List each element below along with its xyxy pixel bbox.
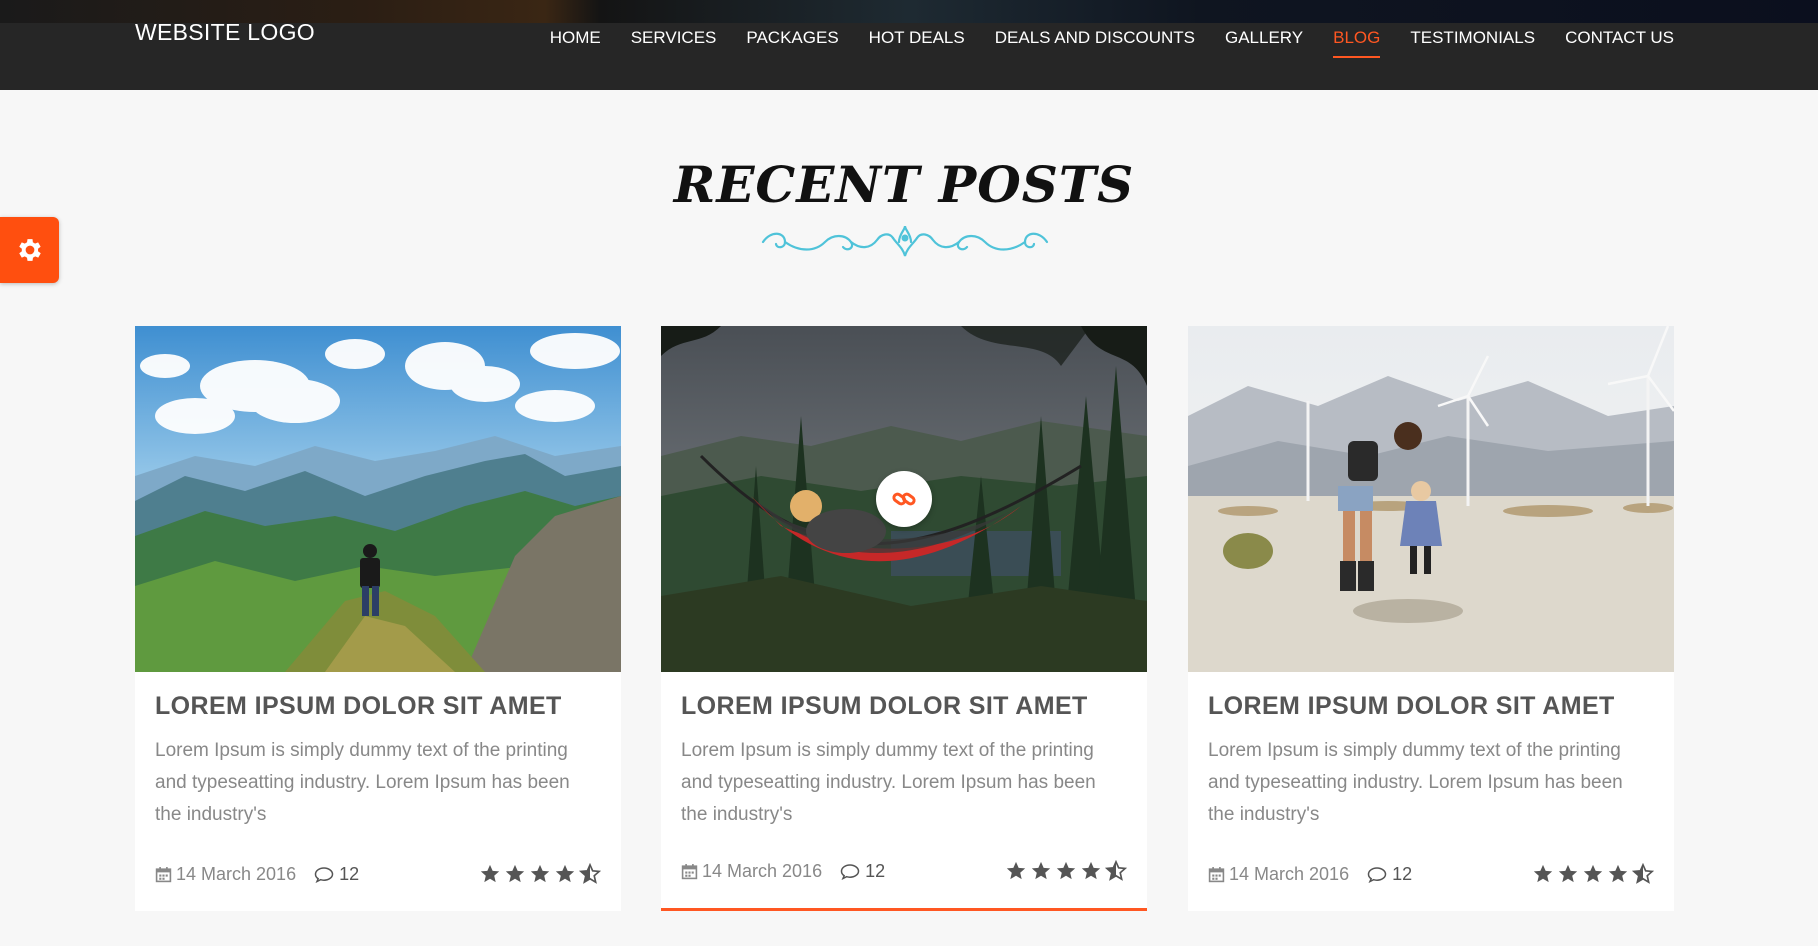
star-icon <box>480 864 500 883</box>
star-half-icon <box>1632 863 1654 884</box>
post-date: 14 March 2016 <box>155 864 296 885</box>
nav-item-blog[interactable]: BLOG <box>1333 28 1381 58</box>
star-half-icon <box>579 863 601 884</box>
star-icon <box>1583 864 1603 883</box>
star-icon <box>1608 864 1628 883</box>
link-icon <box>892 492 916 506</box>
calendar-icon <box>1208 866 1225 882</box>
star-half-icon <box>1105 860 1127 881</box>
star-icon <box>1031 861 1051 880</box>
comment-icon <box>1367 866 1387 883</box>
website-logo[interactable]: WEBSITE LOGO <box>135 19 315 46</box>
nav-item-testimonials[interactable]: TESTIMONIALS <box>1410 28 1535 58</box>
post-excerpt: Lorem Ipsum is simply dummy text of the … <box>681 740 1096 825</box>
post-card-featured: LOREM IPSUM DOLOR SIT AMET Lorem Ipsum i… <box>661 326 1147 911</box>
star-icon <box>555 864 575 883</box>
calendar-icon <box>155 866 172 882</box>
settings-toggle-button[interactable] <box>0 217 59 283</box>
site-header: WEBSITE LOGO HOME SERVICES PACKAGES HOT … <box>0 0 1818 90</box>
post-card: LOREM IPSUM DOLOR SIT AMET Lorem Ipsum i… <box>135 326 621 911</box>
comment-count: 12 <box>865 860 886 881</box>
nav-item-deals-and-discounts[interactable]: DEALS AND DISCOUNTS <box>995 28 1195 58</box>
star-icon <box>1081 861 1101 880</box>
comments-link[interactable]: 12 <box>314 864 359 885</box>
section-title: RECENT POSTS <box>673 155 1135 214</box>
comments-link[interactable]: 12 <box>840 861 885 882</box>
star-icon <box>1056 861 1076 880</box>
comment-icon <box>314 866 334 883</box>
post-meta: 14 March 2016 12 <box>681 860 1127 882</box>
star-icon <box>1006 861 1026 880</box>
post-title[interactable]: LOREM IPSUM DOLOR SIT AMET <box>155 692 601 721</box>
post-title[interactable]: LOREM IPSUM DOLOR SIT AMET <box>1208 692 1654 721</box>
post-date: 14 March 2016 <box>681 861 822 882</box>
nav-item-contact-us[interactable]: CONTACT US <box>1565 28 1674 58</box>
gear-icon <box>18 239 41 261</box>
post-date-text: 14 March 2016 <box>176 863 297 884</box>
star-icon <box>530 864 550 883</box>
calendar-icon <box>681 863 698 879</box>
star-icon <box>1533 864 1553 883</box>
main-nav: HOME SERVICES PACKAGES HOT DEALS DEALS A… <box>550 28 1674 58</box>
ornament-divider <box>761 225 1049 257</box>
comment-count: 12 <box>1392 863 1413 884</box>
nav-item-packages[interactable]: PACKAGES <box>746 28 838 58</box>
star-icon <box>1558 864 1578 883</box>
post-title[interactable]: LOREM IPSUM DOLOR SIT AMET <box>681 692 1127 721</box>
post-card: LOREM IPSUM DOLOR SIT AMET Lorem Ipsum i… <box>1188 326 1674 911</box>
nav-item-gallery[interactable]: GALLERY <box>1225 28 1303 58</box>
star-rating <box>1532 863 1654 885</box>
post-image-hammock-forest[interactable] <box>661 326 1147 672</box>
nav-item-hot-deals[interactable]: HOT DEALS <box>869 28 965 58</box>
post-excerpt: Lorem Ipsum is simply dummy text of the … <box>155 740 570 825</box>
comment-count: 12 <box>339 863 360 884</box>
comment-icon <box>840 863 860 880</box>
post-link-button[interactable] <box>876 471 932 527</box>
nav-item-services[interactable]: SERVICES <box>631 28 717 58</box>
post-date-text: 14 March 2016 <box>1229 863 1350 884</box>
post-image-mountain-hiker[interactable] <box>135 326 621 672</box>
star-rating <box>1005 860 1127 882</box>
nav-item-home[interactable]: HOME <box>550 28 601 58</box>
post-meta: 14 March 2016 12 <box>1208 863 1654 885</box>
star-rating <box>479 863 601 885</box>
post-excerpt: Lorem Ipsum is simply dummy text of the … <box>1208 740 1623 825</box>
post-image-desert-windmills[interactable] <box>1188 326 1674 672</box>
comments-link[interactable]: 12 <box>1367 864 1412 885</box>
post-meta: 14 March 2016 12 <box>155 863 601 885</box>
post-date: 14 March 2016 <box>1208 864 1349 885</box>
star-icon <box>505 864 525 883</box>
post-date-text: 14 March 2016 <box>702 860 823 881</box>
